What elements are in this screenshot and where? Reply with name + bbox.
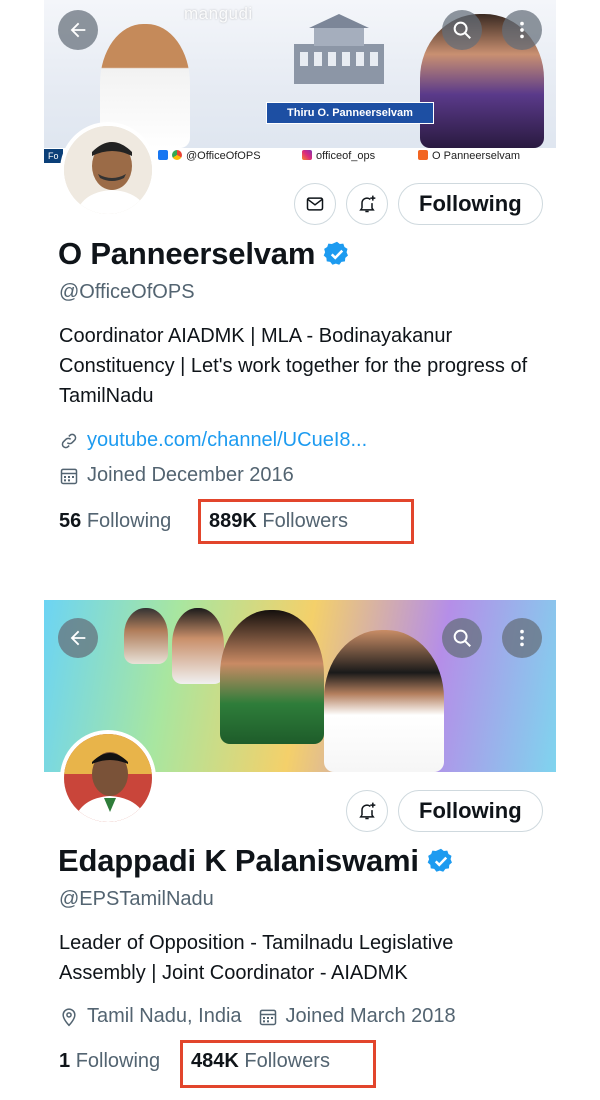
avatar-portrait	[64, 734, 152, 822]
more-vertical-icon	[520, 629, 524, 647]
bell-plus-icon	[359, 195, 376, 213]
display-name-text: Edappadi K Palaniswami	[58, 843, 419, 878]
notify-button[interactable]	[346, 790, 388, 832]
profile-card-eps: Following Edappadi K Palaniswami @EPSTam…	[0, 600, 600, 1100]
website-link[interactable]: youtube.com/channel/UCueI8...	[59, 429, 367, 452]
mail-icon	[306, 197, 324, 211]
followers-highlight-box	[180, 1040, 376, 1088]
display-name-text: O Panneerselvam	[58, 236, 316, 271]
more-button[interactable]	[502, 10, 542, 50]
bio: Coordinator AIADMK | MLA - Bodinayakanur…	[59, 325, 528, 407]
banner-person-2	[172, 608, 224, 684]
youtube-icon	[418, 150, 428, 160]
handle: @OfficeOfOPS	[59, 281, 195, 303]
more-button[interactable]	[502, 618, 542, 658]
following-count: 1	[59, 1050, 71, 1072]
link-icon	[61, 433, 77, 448]
banner-person-3	[220, 610, 324, 744]
message-button[interactable]	[294, 183, 336, 225]
search-button[interactable]	[442, 618, 482, 658]
following-label: Following	[75, 1050, 161, 1072]
facebook-icon	[158, 150, 168, 160]
back-arrow-icon	[70, 22, 86, 38]
joined-text: Joined December 2016	[87, 464, 294, 486]
avatar[interactable]	[60, 122, 156, 218]
search-icon	[453, 21, 471, 39]
banner-watermark: mangudi	[184, 4, 253, 23]
instagram-icon	[302, 150, 312, 160]
building-illustration	[294, 14, 384, 84]
verified-badge-icon	[427, 848, 452, 872]
joined-date: Joined December 2016	[59, 464, 294, 487]
verified-badge-icon	[323, 241, 349, 265]
bell-plus-icon	[359, 802, 376, 820]
following-button[interactable]: Following	[398, 183, 543, 225]
location: Tamil Nadu, India Joined March 2018	[59, 1005, 456, 1028]
bio: Leader of Opposition - Tamilnadu Legisla…	[59, 932, 454, 984]
display-name: Edappadi K Palaniswami	[58, 843, 455, 879]
calendar-icon	[60, 468, 78, 484]
joined-text: Joined March 2018	[285, 1005, 456, 1027]
banner-person-4	[324, 630, 444, 772]
banner-person-1	[124, 608, 168, 664]
instagram-handle: officeof_ops	[302, 150, 375, 162]
avatar[interactable]	[60, 730, 156, 826]
banner-caption: Thiru O. Panneerselvam	[266, 102, 434, 124]
more-vertical-icon	[520, 21, 524, 39]
following-count: 56	[59, 510, 82, 532]
profile-card-ops: mangudi Thiru O. Panneerselvam @OfficeOf…	[0, 0, 600, 560]
back-arrow-icon	[70, 630, 86, 646]
notify-button[interactable]	[346, 183, 388, 225]
chrome-icon	[172, 150, 182, 160]
following-stat[interactable]: 56 Following	[59, 510, 171, 533]
following-label: Following	[86, 510, 172, 532]
following-stat[interactable]: 1 Following	[59, 1050, 160, 1073]
website-url[interactable]: youtube.com/channel/UCueI8...	[87, 429, 367, 452]
search-icon	[453, 629, 471, 647]
search-button[interactable]	[442, 10, 482, 50]
facebook-handle: @OfficeOfOPS	[158, 150, 261, 162]
back-button[interactable]	[58, 618, 98, 658]
display-name: O Panneerselvam	[58, 236, 351, 272]
location-pin-icon	[62, 1007, 76, 1026]
youtube-handle: O Panneerselvam	[418, 150, 520, 162]
avatar-portrait	[64, 126, 152, 214]
followers-highlight-box	[198, 499, 414, 544]
back-button[interactable]	[58, 10, 98, 50]
handle: @EPSTamilNadu	[59, 888, 214, 910]
location-text: Tamil Nadu, India	[87, 1005, 242, 1027]
following-button[interactable]: Following	[398, 790, 543, 832]
calendar-icon	[259, 1009, 276, 1025]
